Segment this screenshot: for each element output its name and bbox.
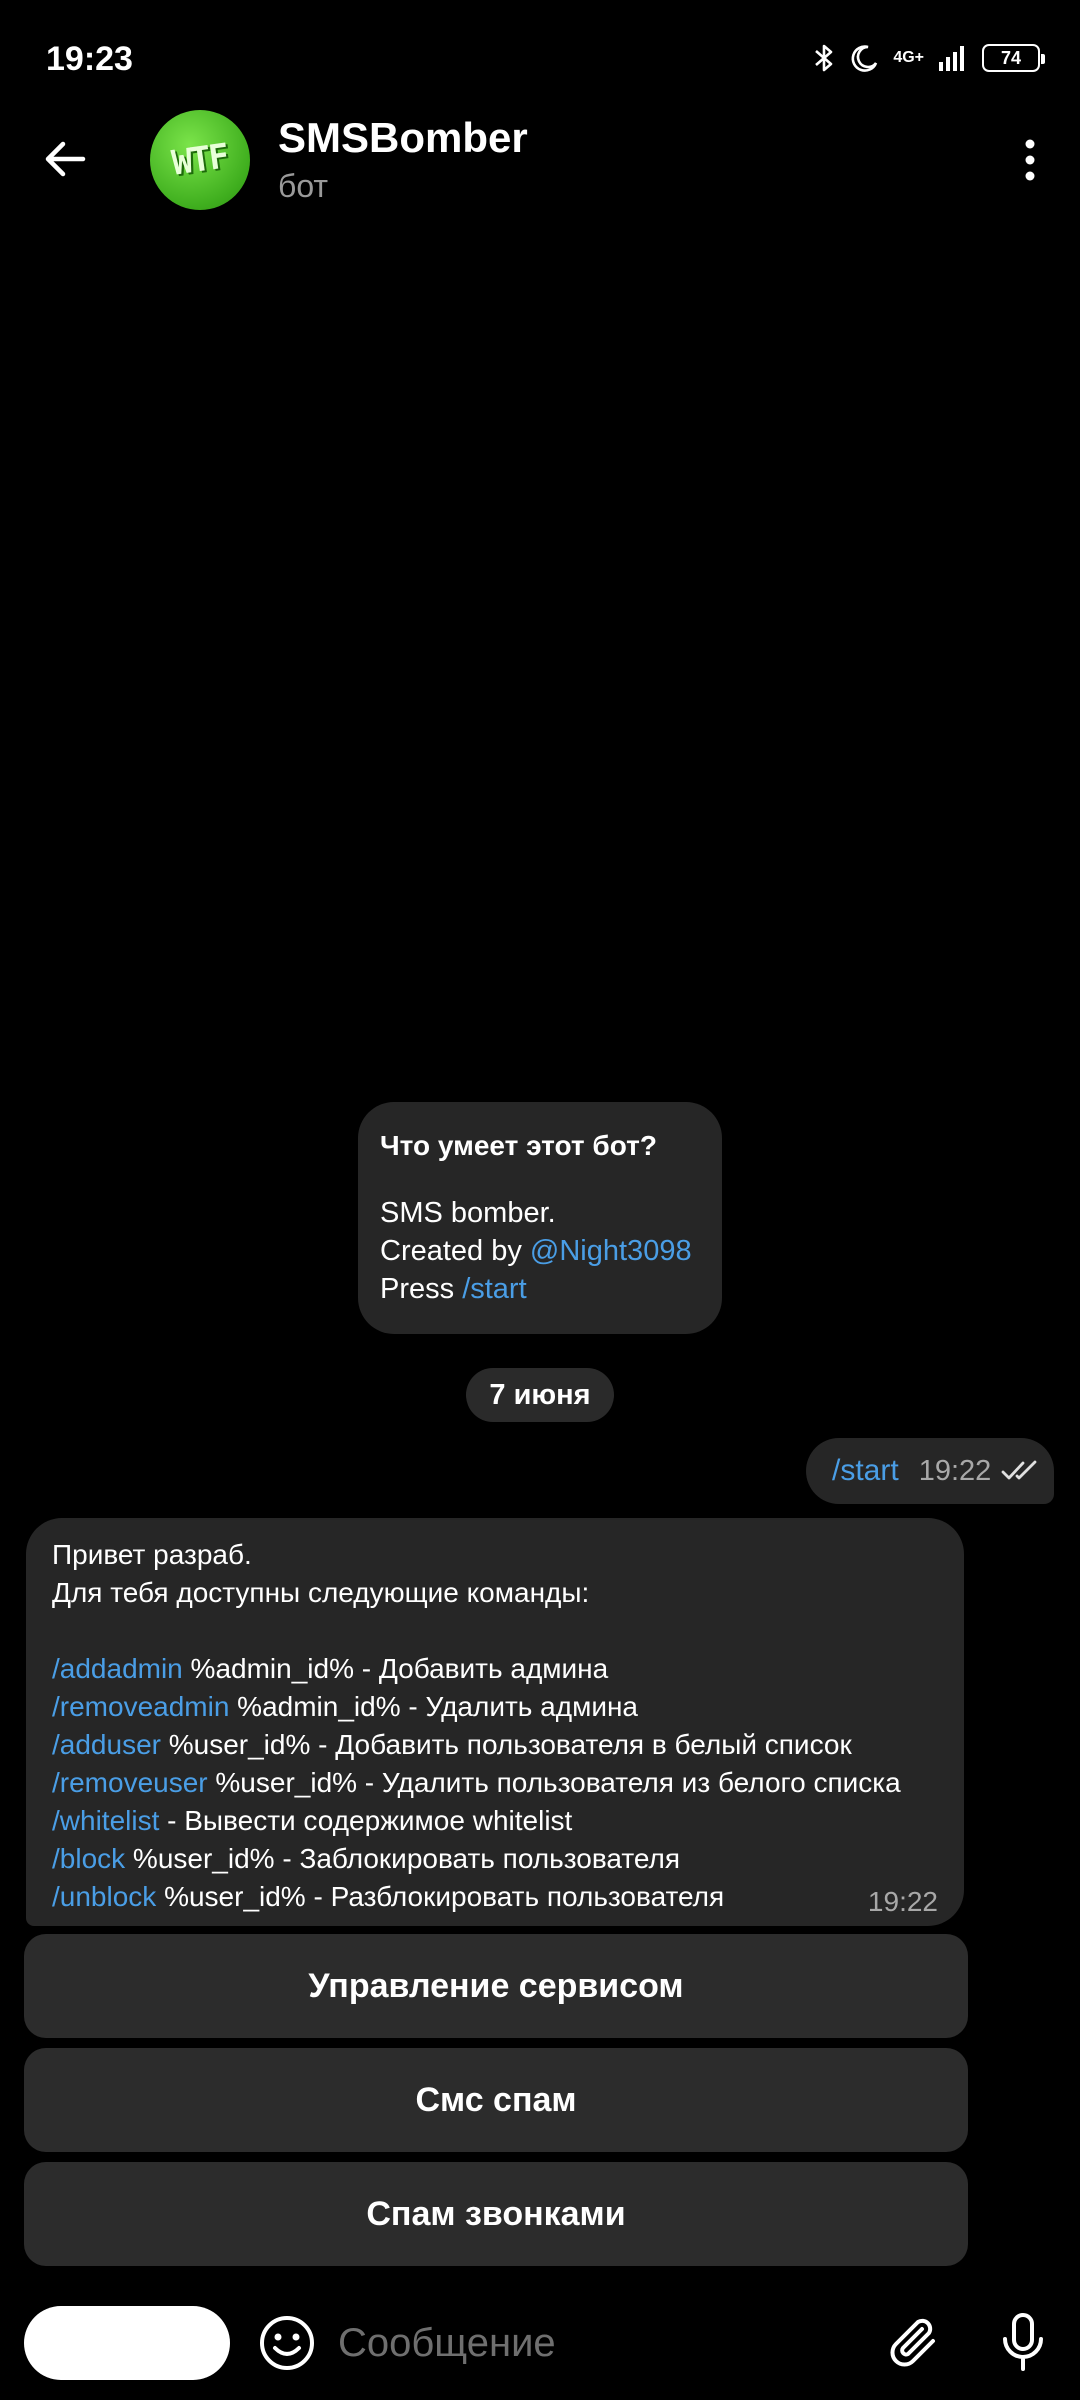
chat-title[interactable]: SMSBomber — [278, 114, 528, 162]
command-link[interactable]: /block — [52, 1843, 125, 1874]
message-line: Привет разраб. — [52, 1539, 252, 1570]
incoming-message[interactable]: Привет разраб. Для тебя доступны следующ… — [26, 1518, 964, 1926]
command-list: /addadmin %admin_id% - Добавить админа/r… — [52, 1650, 938, 1916]
author-link[interactable]: @Night3098 — [530, 1235, 692, 1267]
command-link[interactable]: /adduser — [52, 1729, 161, 1760]
bot-info-bubble: Что умеет этот бот? SMS bomber. Created … — [358, 1102, 722, 1334]
command-link[interactable]: /whitelist — [52, 1805, 159, 1836]
bot-menu-button[interactable] — [24, 2306, 230, 2380]
more-vert-icon — [1025, 139, 1035, 181]
command-description: %user_id% - Заблокировать пользователя — [125, 1843, 680, 1874]
more-menu-button[interactable] — [1000, 130, 1060, 190]
service-management-button[interactable]: Управление сервисом — [24, 1934, 968, 2038]
signal-icon — [938, 44, 968, 72]
bot-info-prefix: Press — [380, 1273, 463, 1305]
chat-header: WTF SMSBomber бот — [0, 100, 1080, 220]
arrow-left-icon — [45, 141, 86, 177]
status-time: 19:23 — [46, 40, 133, 78]
command-description: %user_id% - Удалить пользователя из бело… — [207, 1767, 901, 1798]
command-link[interactable]: /removeuser — [52, 1767, 208, 1798]
command-line: /block %user_id% - Заблокировать пользов… — [52, 1840, 938, 1878]
start-command-link[interactable]: /start — [462, 1273, 526, 1305]
bot-info-line: SMS bomber. — [380, 1197, 556, 1229]
outgoing-message-text[interactable]: /start — [832, 1454, 899, 1488]
avatar-label: WTF — [169, 136, 231, 184]
call-spam-button[interactable]: Спам звонками — [24, 2162, 968, 2266]
bot-info-line: Press /start — [380, 1270, 700, 1308]
message-line: Для тебя доступны следующие команды: — [52, 1577, 590, 1608]
bluetooth-icon — [813, 42, 835, 74]
command-link[interactable]: /addadmin — [52, 1653, 183, 1684]
network-type: 4G+ — [893, 49, 924, 66]
command-line: /removeuser %user_id% - Удалить пользова… — [52, 1764, 938, 1802]
bot-info-line: Created by @Night3098 — [380, 1232, 700, 1270]
command-line: /unblock %user_id% - Разблокировать поль… — [52, 1878, 938, 1916]
moon-icon — [849, 43, 879, 73]
battery-icon: 74 — [982, 44, 1045, 72]
message-time: 19:22 — [867, 1886, 938, 1917]
command-description: %user_id% - Разблокировать пользователя — [156, 1881, 725, 1912]
bot-info-title: Что умеет этот бот? — [380, 1130, 657, 1161]
emoji-button[interactable] — [256, 2312, 318, 2374]
command-description: %admin_id% - Удалить админа — [229, 1691, 639, 1722]
date-separator: 7 июня — [466, 1368, 614, 1422]
message-time: 19:22 — [918, 1454, 992, 1487]
chat-subtitle: бот — [278, 168, 329, 204]
avatar[interactable]: WTF — [150, 110, 250, 210]
attach-button[interactable] — [882, 2310, 948, 2376]
command-description: - Вывести содержимое whitelist — [159, 1805, 573, 1836]
smile-icon — [260, 2316, 314, 2370]
command-description: %admin_id% - Добавить админа — [182, 1653, 609, 1684]
message-input[interactable] — [338, 2310, 858, 2376]
voice-record-button[interactable] — [990, 2308, 1056, 2378]
command-line: /whitelist - Вывести содержимое whitelis… — [52, 1802, 938, 1840]
back-button[interactable] — [36, 130, 94, 188]
command-link[interactable]: /unblock — [52, 1881, 156, 1912]
command-description: %user_id% - Добавить пользователя в белы… — [160, 1729, 852, 1760]
command-line: /adduser %user_id% - Добавить пользовате… — [52, 1726, 938, 1764]
command-line: /removeadmin %admin_id% - Удалить админа — [52, 1688, 938, 1726]
status-icons: 4G+ 74 — [813, 38, 1045, 78]
command-link[interactable]: /removeadmin — [52, 1691, 229, 1722]
command-line: /addadmin %admin_id% - Добавить админа — [52, 1650, 938, 1688]
message-input-bar — [0, 2300, 1080, 2400]
microphone-icon — [1003, 2313, 1043, 2371]
double-check-icon — [1001, 1459, 1041, 1483]
sms-spam-button[interactable]: Смс спам — [24, 2048, 968, 2152]
paperclip-icon — [890, 2318, 935, 2367]
outgoing-message[interactable]: /start 19:22 — [806, 1438, 1054, 1504]
battery-level: 74 — [1000, 47, 1022, 68]
bot-info-prefix: Created by — [380, 1235, 530, 1267]
